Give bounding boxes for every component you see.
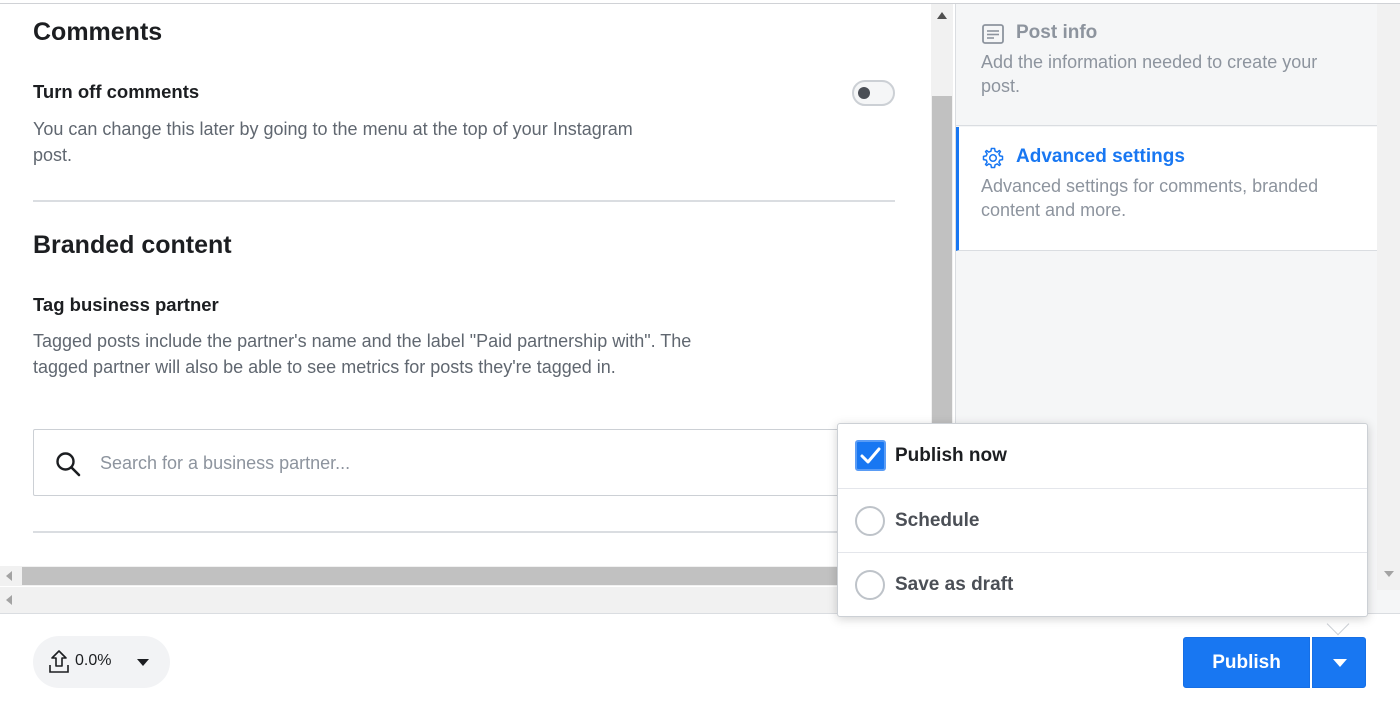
sidebar-vertical-scrollbar[interactable] [1377,4,1400,590]
radio-unselected-icon[interactable] [855,506,885,536]
upload-progress-button[interactable]: 0.0% [33,636,170,688]
section-divider [33,200,895,202]
menu-item-schedule[interactable]: Schedule [838,488,1367,552]
footer-bar: 0.0% Publish [0,614,1400,710]
scroll-left-arrow-icon[interactable] [6,571,12,581]
menu-item-publish-now[interactable]: Publish now [838,424,1367,488]
advanced-settings-description: Advanced settings for comments, branded … [981,176,1319,220]
tag-business-partner-description: Tagged posts include the partner's name … [33,331,692,377]
chevron-down-icon [137,659,149,666]
section-divider-bottom [33,531,895,533]
scroll-up-arrow-icon[interactable] [937,12,947,19]
outer-horizontal-scrollbar[interactable] [0,587,955,613]
gear-icon [982,147,1004,169]
advanced-settings-title: Advanced settings [1016,146,1185,167]
sidebar-step-post-info[interactable]: Post info Add the information needed to … [956,4,1377,126]
turn-off-comments-label: Turn off comments [33,81,200,102]
caret-down-icon [1333,659,1347,667]
publish-options-menu: Publish now Schedule Save as draft [837,423,1368,617]
toggle-knob [858,87,870,99]
turn-off-comments-toggle[interactable] [852,80,895,106]
main-settings-pane: Comments Turn off comments You can chang… [0,4,955,614]
business-partner-search-box[interactable] [33,429,893,496]
publish-options-dropdown-button[interactable] [1312,637,1366,688]
main-horizontal-scrollbar[interactable] [0,566,955,586]
horizontal-scroll-thumb[interactable] [22,567,922,585]
sidebar-step-advanced-settings[interactable]: Advanced settings Advanced settings for … [956,127,1377,251]
business-partner-search-input[interactable] [100,446,800,480]
post-info-title: Post info [1016,22,1098,43]
publish-button[interactable]: Publish [1183,637,1310,688]
outer-scroll-left-arrow-icon[interactable] [6,595,12,605]
document-lines-icon [982,24,1004,44]
tag-business-partner-label: Tag business partner [33,294,219,315]
upload-arrow-icon [49,650,69,673]
search-icon [56,452,81,477]
save-as-draft-label: Save as draft [895,574,1014,595]
publish-now-label: Publish now [895,445,1007,466]
menu-item-save-as-draft[interactable]: Save as draft [838,552,1367,616]
upload-progress-value: 0.0% [75,652,112,669]
turn-off-comments-description: You can change this later by going to th… [33,119,633,165]
radio-unselected-icon[interactable] [855,570,885,600]
checkbox-checked-icon[interactable] [855,440,886,471]
schedule-label: Schedule [895,510,980,531]
scroll-down-arrow-icon[interactable] [1384,571,1394,577]
comments-heading: Comments [33,18,163,46]
branded-content-heading: Branded content [33,231,232,259]
post-info-description: Add the information needed to create you… [981,52,1318,96]
